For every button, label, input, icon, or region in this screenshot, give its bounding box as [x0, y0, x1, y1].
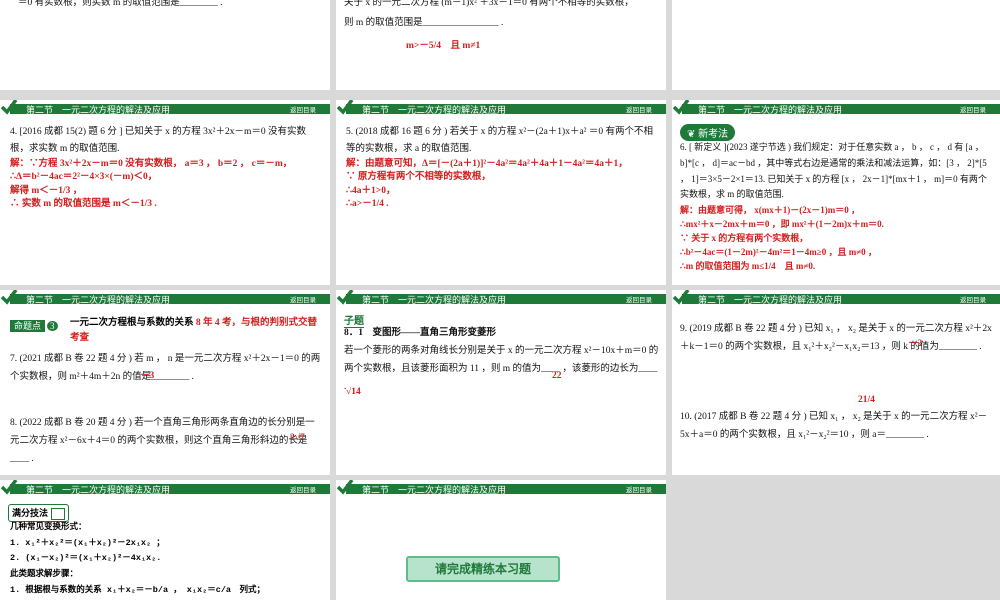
solution-line: ∴ 实数 m 的取值范围是 m＜－1/3 .	[10, 198, 157, 209]
new-method-badge: ❦ 新考法	[680, 124, 736, 141]
answer-10: 21/4	[858, 395, 875, 405]
topic-number: 3	[47, 321, 58, 331]
topic-title: 一元二次方程根与系数的关系 8 年 4 考，与根的判别式交替考查	[70, 316, 326, 346]
answer-8: 2√7	[290, 433, 305, 443]
check-icon	[336, 480, 354, 495]
solution-line: 解：由题意可知，Δ＝[－(2a＋1)]²－4a²＝4a²＋4a＋1－4a²＝4a…	[346, 159, 628, 169]
check-icon	[336, 290, 354, 305]
slide-10: 第二节 一元二次方程的解法及应用 返回目录 满分技法 几种常见变换形式： 1. …	[0, 480, 330, 600]
check-icon	[672, 100, 690, 115]
question-7: 7. (2021 成都 B 卷 22 题 4 分 ) 若 m ， n 是一元二次…	[10, 354, 321, 383]
tag-box	[51, 507, 66, 520]
back-to-contents-link[interactable]: 返回目录	[960, 294, 986, 304]
back-to-contents-link[interactable]: 返回目录	[626, 484, 652, 494]
topic-title-text: 一元二次方程根与系数的关系	[70, 318, 194, 328]
check-icon	[0, 480, 18, 495]
slide-3	[672, 0, 1000, 90]
practice-exercises-button[interactable]: 请完成精练本习题	[406, 556, 560, 582]
slide-5: 第二节 一元二次方程的解法及应用 返回目录 5. (2018 成都 16 题 6…	[336, 100, 666, 285]
slide-9: 第二节 一元二次方程的解法及应用 返回目录 9. (2019 成都 B 卷 22…	[672, 290, 1000, 475]
slide-grid: ＝0 有实数根，则实数 m 的取值范围是________ . 关于 x 的一元二…	[0, 0, 1000, 600]
question-6: 6. [ 新定义 ](2023 遂宁节选 ) 我们规定：对于任意实数 a ， b…	[680, 142, 987, 200]
question-text: ＝0 有实数根，则实数 m 的取值范围是________ .	[18, 0, 223, 8]
note-line: 1. x₁²＋x₂²＝(x₁＋x₂)²－2x₁x₂ ；	[10, 537, 165, 548]
answer-7: －3	[140, 371, 155, 381]
note-line: 此类题求解步骤：	[10, 569, 79, 580]
slide-header: 第二节 一元二次方程的解法及应用 返回目录	[672, 290, 1000, 305]
check-icon	[0, 100, 18, 115]
question-4: 4. [2016 成都 15(2) 题 6 分 ] 已知关于 x 的方程 3x²…	[10, 127, 307, 155]
slide-7: 第二节 一元二次方程的解法及应用 返回目录 命题点 3 一元二次方程根与系数的关系…	[0, 290, 330, 475]
solution-line: 解：由题意可得， x(mx＋1)－(2x－1)m＝0 ，	[680, 205, 860, 215]
question-10: 10. (2017 成都 B 卷 22 题 4 分 ) 已知 x₁ ， x₂ 是…	[680, 412, 988, 441]
slide-4: 第二节 一元二次方程的解法及应用 返回目录 4. [2016 成都 15(2) …	[0, 100, 330, 285]
answer-9: －2	[908, 339, 923, 349]
variant-title: 8．1 变图形——直角三角形变菱形	[344, 328, 497, 338]
solution-6: 解：由题意可得， x(mx＋1)－(2x－1)m＝0 ， ∴mx²＋x－2mx＋…	[680, 204, 994, 274]
slide-header: 第二节 一元二次方程的解法及应用 返回目录	[672, 100, 1000, 115]
back-to-contents-link[interactable]: 返回目录	[290, 484, 316, 494]
topic-tag-label: 命题点	[10, 320, 46, 332]
topic-tag: 命题点 3	[10, 316, 58, 334]
slide-header: 第二节 一元二次方程的解法及应用 返回目录	[0, 290, 330, 305]
solution-line: ∴mx²＋x－2mx＋m＝0 ，即 mx²＋(1－2m)x＋m＝0.	[680, 218, 884, 229]
slide-2: 关于 x 的一元二次方程 (m－1)x² ＋3x－1＝0 有两个不相等的实数根，…	[336, 0, 666, 90]
solution-line: ∴b²－4ac＝(1－2m)²－4m²＝1－4m≥0 ，且 m≠0 ，	[680, 246, 877, 257]
question-8: 8. (2022 成都 B 卷 20 题 4 分 ) 若一个直角三角形两条直角边…	[10, 418, 315, 465]
solution-line: ∵ 关于 x 的方程有两个实数根，	[680, 232, 809, 243]
back-to-contents-link[interactable]: 返回目录	[960, 104, 986, 114]
badge-label: 新考法	[698, 129, 729, 140]
note-line: 1. 根据根与系数的关系 x₁＋x₂＝－b/a ， x₁x₂＝c/a 列式；	[10, 584, 266, 595]
back-to-contents-link[interactable]: 返回目录	[626, 104, 652, 114]
back-to-contents-link[interactable]: 返回目录	[290, 294, 316, 304]
header-title: 第二节 一元二次方程的解法及应用	[362, 105, 507, 115]
solution-line: ∵ 原方程有两个不相等的实数根，	[346, 172, 491, 183]
header-title: 第二节 一元二次方程的解法及应用	[362, 485, 507, 495]
solution-line: ∴Δ＝b²－4ac＝2²－4×3×(－m)＜0，	[10, 172, 158, 183]
note-line: 几种常见变换形式：	[10, 522, 87, 532]
question-5: 5. (2018 成都 16 题 6 分 ) 若关于 x 的方程 x²－(2a＋…	[346, 127, 654, 155]
check-icon	[672, 290, 690, 305]
solution-5: 解：由题意可知，Δ＝[－(2a＋1)]²－4a²＝4a²＋4a＋1－4a²＝4a…	[346, 158, 658, 211]
slide-header: 第二节 一元二次方程的解法及应用 返回目录	[336, 100, 666, 115]
header-title: 第二节 一元二次方程的解法及应用	[698, 295, 843, 305]
question-line-1: 关于 x 的一元二次方程 (m－1)x² ＋3x－1＝0 有两个不相等的实数根，	[344, 0, 634, 8]
slide-1: ＝0 有实数根，则实数 m 的取值范围是________ .	[0, 0, 330, 90]
check-icon	[0, 290, 18, 305]
question-8-1: 若一个菱形的两条对角线长分别是关于 x 的一元二次方程 x²－10x＋m＝0 的…	[344, 346, 659, 393]
note-line: 2. (x₁－x₂)²＝(x₁＋x₂)²－4x₁x₂.	[10, 553, 162, 564]
solution-4: 解：∵方程 3x²＋2x－m＝0 没有实数根， a＝3 ， b＝2 ， c＝－m…	[10, 158, 322, 211]
slide-header: 第二节 一元二次方程的解法及应用 返回目录	[0, 100, 330, 115]
answer-text: m>－5/4 且 m≠1	[406, 41, 481, 51]
back-to-contents-link[interactable]: 返回目录	[290, 104, 316, 114]
header-title: 第二节 一元二次方程的解法及应用	[26, 105, 171, 115]
answer-side: √14	[346, 387, 361, 397]
header-title: 第二节 一元二次方程的解法及应用	[362, 295, 507, 305]
solution-line: ∴4a＋1>0，	[346, 185, 396, 196]
technique-notes: 几种常见变换形式： 1. x₁²＋x₂²＝(x₁＋x₂)²－2x₁x₂ ； 2.…	[10, 520, 322, 599]
slide-6: 第二节 一元二次方程的解法及应用 返回目录 ❦ 新考法 6. [ 新定义 ](2…	[672, 100, 1000, 285]
slide-header: 第二节 一元二次方程的解法及应用 返回目录	[0, 480, 330, 495]
answer-m: 22	[552, 371, 562, 381]
leaf-icon: ❦	[687, 129, 696, 140]
solution-line: 解得 m＜－1/3 ，	[10, 185, 83, 196]
slide-header: 第二节 一元二次方程的解法及应用 返回目录	[336, 290, 666, 305]
slide-8: 第二节 一元二次方程的解法及应用 返回目录 子题 8．1 变图形——直角三角形变…	[336, 290, 666, 475]
check-icon	[336, 100, 354, 115]
question-line-2: 则 m 的取值范围是________________ .	[344, 18, 504, 28]
question-9: 9. (2019 成都 B 卷 22 题 4 分 ) 已知 x₁ ， x₂ 是关…	[680, 324, 992, 353]
slide-header: 第二节 一元二次方程的解法及应用 返回目录	[336, 480, 666, 495]
tag-label: 满分技法	[12, 508, 49, 518]
header-title: 第二节 一元二次方程的解法及应用	[26, 295, 171, 305]
solution-line: ∴a>－1/4 .	[346, 198, 389, 209]
full-score-tag: 满分技法	[8, 504, 70, 522]
solution-line: 解：∵方程 3x²＋2x－m＝0 没有实数根， a＝3 ， b＝2 ， c＝－m…	[10, 159, 293, 169]
header-title: 第二节 一元二次方程的解法及应用	[698, 105, 843, 115]
header-title: 第二节 一元二次方程的解法及应用	[26, 485, 171, 495]
solution-line: ∴m 的取值范围为 m≤1/4 且 m≠0.	[680, 260, 816, 271]
slide-11: 第二节 一元二次方程的解法及应用 返回目录 请完成精练本习题	[336, 480, 666, 600]
back-to-contents-link[interactable]: 返回目录	[626, 294, 652, 304]
